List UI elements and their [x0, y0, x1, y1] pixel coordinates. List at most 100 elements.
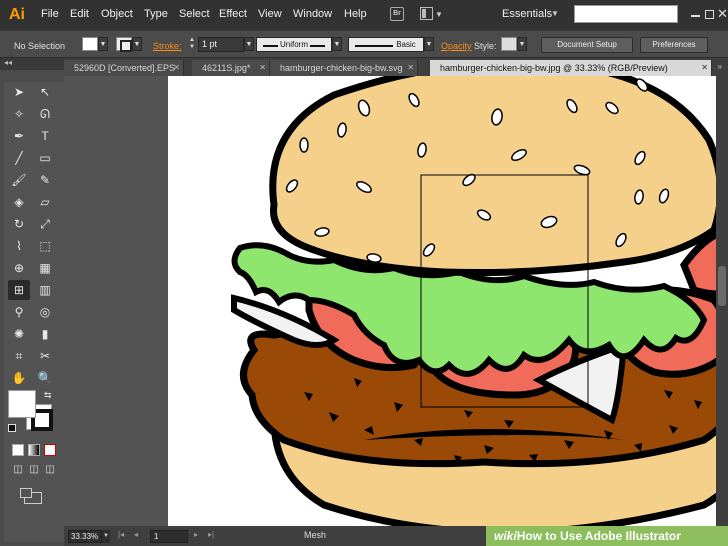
- rotate-tool-icon[interactable]: ↻: [8, 214, 30, 234]
- rectangle-tool-icon[interactable]: ▭: [34, 148, 56, 168]
- pencil-tool-icon[interactable]: ✎: [34, 170, 56, 190]
- type-tool-icon[interactable]: T: [34, 126, 56, 146]
- chevron-down-icon: ▼: [551, 9, 559, 18]
- tools-panel: ◂◂ ➤ ↖ ✧ ᘏ ✒ T ╱ ▭ 🖌 ✎ ◈ ▱ ↻ ⤢ ⌇ ⬚ ⊕ ▦ ⊞…: [0, 58, 64, 546]
- arrange-documents-icon: [420, 7, 433, 20]
- graphic-style-swatch[interactable]: [501, 37, 517, 51]
- gradient-tool-icon[interactable]: ▥: [34, 280, 56, 300]
- workspace-switcher[interactable]: Essentials: [502, 8, 552, 20]
- pen-tool-icon[interactable]: ✒: [8, 126, 30, 146]
- zoom-tool-icon[interactable]: 🔍: [34, 368, 56, 388]
- graphic-style-dropdown[interactable]: ▼: [517, 37, 527, 51]
- draw-normal-icon[interactable]: ◫: [12, 464, 24, 476]
- artboard[interactable]: [168, 76, 716, 526]
- mesh-tool-icon[interactable]: ⊞: [8, 280, 30, 300]
- tools-panel-header[interactable]: ◂◂: [0, 58, 64, 70]
- menu-effect[interactable]: Effect: [219, 8, 247, 20]
- swap-fill-stroke-icon[interactable]: ⇆: [44, 390, 52, 401]
- free-transform-tool-icon[interactable]: ⬚: [34, 236, 56, 256]
- column-graph-tool-icon[interactable]: ▮: [34, 324, 56, 344]
- close-tab-icon[interactable]: ✕: [701, 60, 708, 76]
- collapse-icon[interactable]: ◂◂: [4, 58, 12, 67]
- previous-artboard-icon[interactable]: ◂: [134, 530, 138, 539]
- line-tool-icon[interactable]: ╱: [8, 148, 30, 168]
- slice-tool-icon[interactable]: ✂: [34, 346, 56, 366]
- direct-selection-tool-icon[interactable]: ↖: [34, 82, 56, 102]
- stroke-panel-link[interactable]: Stroke:: [153, 41, 182, 51]
- menu-select[interactable]: Select: [179, 8, 210, 20]
- artboard-tool-icon[interactable]: ⌗: [8, 346, 30, 366]
- zoom-dropdown[interactable]: ▼: [102, 530, 110, 543]
- canvas-area[interactable]: [64, 76, 716, 526]
- tab-eps[interactable]: 52960D [Converted].EPS ✕: [64, 60, 184, 76]
- selection-tool-icon[interactable]: ➤: [8, 82, 30, 102]
- default-colors-icon[interactable]: [8, 424, 16, 432]
- tab-jpg[interactable]: 46211S.jpg* ✕: [192, 60, 270, 76]
- close-tab-icon[interactable]: ✕: [259, 60, 266, 76]
- close-tab-icon[interactable]: ✕: [173, 60, 180, 76]
- menu-file[interactable]: File: [41, 8, 59, 20]
- stroke-swatch[interactable]: [116, 37, 132, 52]
- preferences-button[interactable]: Preferences: [640, 37, 708, 53]
- draw-behind-icon[interactable]: ◫: [28, 464, 40, 476]
- toolbar: ➤ ↖ ✧ ᘏ ✒ T ╱ ▭ 🖌 ✎ ◈ ▱ ↻ ⤢ ⌇ ⬚ ⊕ ▦ ⊞ ▥ …: [4, 82, 64, 542]
- width-tool-icon[interactable]: ⌇: [8, 236, 30, 256]
- current-tool-status: Mesh: [304, 530, 327, 540]
- vertical-scrollbar[interactable]: [716, 76, 728, 526]
- stroke-dropdown[interactable]: ▼: [132, 37, 142, 51]
- fill-dropdown[interactable]: ▼: [98, 37, 108, 51]
- shape-builder-tool-icon[interactable]: ⊕: [8, 258, 30, 278]
- color-mode-icon[interactable]: [12, 444, 24, 456]
- opacity-panel-link[interactable]: Opacity: [441, 41, 472, 51]
- draw-inside-icon[interactable]: ◫: [44, 464, 56, 476]
- blend-tool-icon[interactable]: ◎: [34, 302, 56, 322]
- menu-type[interactable]: Type: [144, 8, 168, 20]
- next-artboard-icon[interactable]: ▸: [194, 530, 198, 539]
- maximize-icon[interactable]: [705, 10, 714, 19]
- lasso-tool-icon[interactable]: ᘏ: [34, 104, 56, 124]
- zoom-level-field[interactable]: 33.33%: [68, 530, 102, 543]
- artboard-number-field[interactable]: 1: [150, 530, 188, 543]
- bridge-button[interactable]: Br: [390, 7, 404, 21]
- first-artboard-icon[interactable]: |◂: [118, 530, 124, 539]
- minimize-icon[interactable]: [691, 15, 700, 17]
- arrange-documents-button[interactable]: ▼: [420, 7, 443, 21]
- perspective-grid-tool-icon[interactable]: ▦: [34, 258, 56, 278]
- tab-active-document[interactable]: hamburger-chicken-big-bw.jpg @ 33.33% (R…: [430, 60, 712, 76]
- more-tabs-icon[interactable]: »: [718, 62, 722, 71]
- document-setup-button[interactable]: Document Setup: [541, 37, 633, 53]
- menu-view[interactable]: View: [258, 8, 282, 20]
- stroke-weight-stepper[interactable]: ▲ ▼: [187, 37, 197, 51]
- menu-window[interactable]: Window: [293, 8, 332, 20]
- blob-brush-tool-icon[interactable]: ◈: [8, 192, 30, 212]
- paintbrush-tool-icon[interactable]: 🖌: [8, 170, 30, 190]
- fill-color-icon[interactable]: [8, 390, 36, 418]
- none-mode-icon[interactable]: [44, 444, 56, 456]
- fill-swatch[interactable]: [82, 37, 98, 51]
- symbol-sprayer-tool-icon[interactable]: ✺: [8, 324, 30, 344]
- stroke-weight-dropdown[interactable]: ▼: [244, 37, 254, 51]
- tab-svg[interactable]: hamburger-chicken-big-bw.svg ✕: [270, 60, 418, 76]
- variable-width-dropdown[interactable]: ▼: [332, 37, 342, 51]
- search-input[interactable]: [574, 5, 678, 23]
- hand-tool-icon[interactable]: ✋: [8, 368, 30, 388]
- illustrator-logo: Ai: [9, 6, 25, 23]
- eyedropper-tool-icon[interactable]: ⚲: [8, 302, 30, 322]
- menu-help[interactable]: Help: [344, 8, 367, 20]
- brush-definition[interactable]: Basic: [348, 37, 424, 52]
- menu-object[interactable]: Object: [101, 8, 133, 20]
- close-icon[interactable]: ✕: [717, 6, 728, 22]
- brush-dropdown[interactable]: ▼: [424, 37, 434, 51]
- screen-mode-icon[interactable]: [20, 488, 42, 504]
- close-tab-icon[interactable]: ✕: [407, 60, 414, 76]
- stroke-weight-field[interactable]: 1 pt: [198, 37, 244, 52]
- document-tabs: 52960D [Converted].EPS ✕ 46211S.jpg* ✕ ham…: [64, 58, 728, 76]
- gradient-mode-icon[interactable]: [28, 444, 40, 456]
- variable-width-profile[interactable]: Uniform: [256, 37, 332, 52]
- last-artboard-icon[interactable]: ▸|: [208, 530, 214, 539]
- eraser-tool-icon[interactable]: ▱: [34, 192, 56, 212]
- menu-edit[interactable]: Edit: [70, 8, 89, 20]
- magic-wand-tool-icon[interactable]: ✧: [8, 104, 30, 124]
- scroll-thumb[interactable]: [718, 266, 726, 306]
- scale-tool-icon[interactable]: ⤢: [34, 214, 56, 234]
